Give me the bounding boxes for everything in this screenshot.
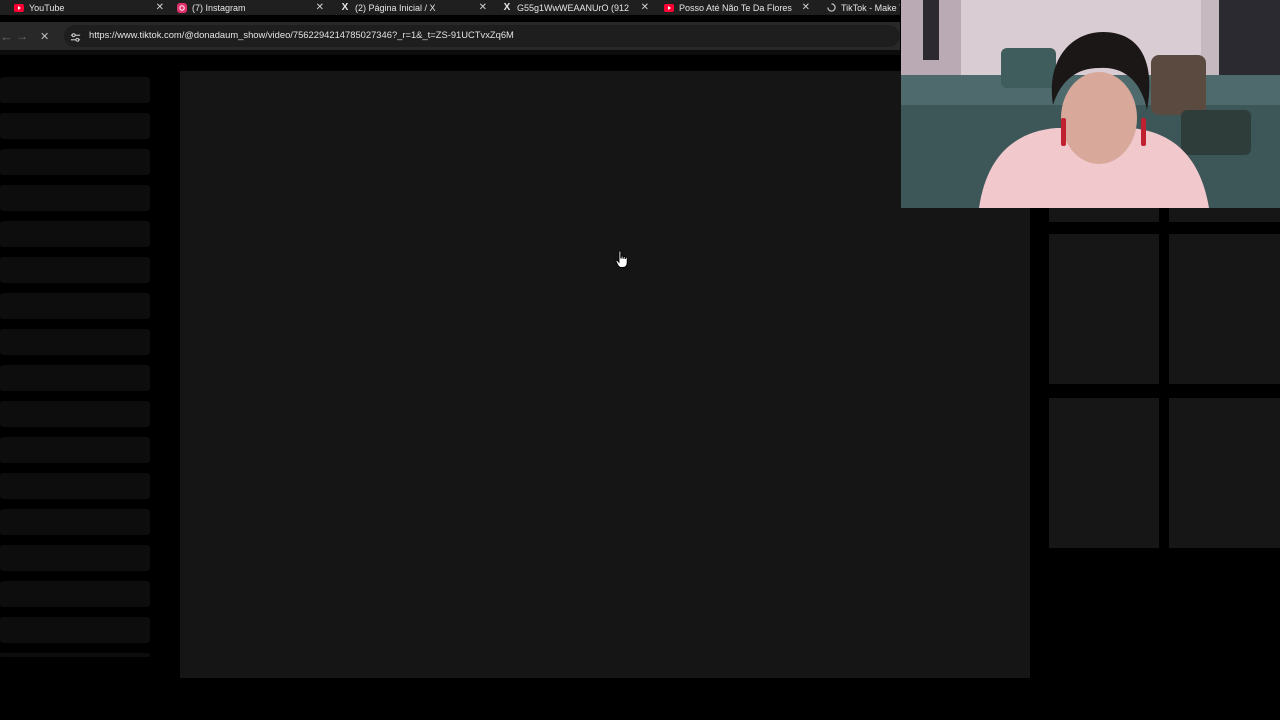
tab-label: Posso Até Não Te Da Flores - M (679, 2, 792, 13)
tab-tiktok[interactable]: TikTok - Make Yo (826, 0, 900, 15)
webcam-feed-image (901, 0, 1280, 208)
tab-youtube-song[interactable]: Posso Até Não Te Da Flores - M ✕ (664, 0, 810, 15)
sidebar-item-placeholder (0, 653, 150, 657)
tab-label: (2) Página Inicial / X (355, 2, 436, 13)
video-thumbnail-placeholder[interactable] (1049, 398, 1159, 548)
url-text: https://www.tiktok.com/@donadaum_show/vi… (89, 29, 514, 40)
tab-label: YouTube (29, 2, 65, 13)
tab-instagram[interactable]: (7) Instagram ✕ (177, 0, 324, 15)
sidebar-item-placeholder (0, 437, 150, 463)
video-thumbnail-placeholder[interactable] (1169, 234, 1280, 384)
close-tab-icon[interactable]: ✕ (802, 0, 810, 15)
sidebar-item-placeholder (0, 365, 150, 391)
sidebar-item-placeholder (0, 473, 150, 499)
sidebar-item-placeholder (0, 113, 150, 139)
tab-youtube[interactable]: YouTube ✕ (14, 0, 164, 15)
video-thumbnail-placeholder[interactable] (1049, 234, 1159, 384)
sidebar-item-placeholder (0, 257, 150, 283)
tab-x-home[interactable]: X (2) Página Inicial / X ✕ (340, 0, 487, 15)
stop-loading-icon[interactable]: ✕ (40, 22, 49, 50)
sidebar-item-placeholder (0, 545, 150, 571)
sidebar-item-placeholder (0, 617, 150, 643)
site-settings-icon[interactable] (70, 30, 81, 48)
video-thumbnail-placeholder (1049, 208, 1159, 222)
youtube-icon (14, 3, 24, 13)
sidebar-item-placeholder (0, 329, 150, 355)
sidebar-item-placeholder (0, 401, 150, 427)
tab-label: G55g1WwWEAANUrO (912×10 (517, 2, 629, 13)
close-tab-icon[interactable]: ✕ (156, 0, 164, 15)
instagram-icon (177, 2, 187, 13)
webcam-overlay (901, 0, 1280, 208)
sidebar-item-placeholder (0, 293, 150, 319)
close-tab-icon[interactable]: ✕ (316, 0, 324, 15)
address-bar: ← → ✕ https://www.tiktok.com/@donadaum_s… (0, 22, 900, 50)
tab-label: (7) Instagram (192, 2, 246, 13)
close-tab-icon[interactable]: ✕ (479, 0, 487, 15)
sidebar-item-placeholder (0, 221, 150, 247)
tab-label: TikTok - Make Yo (841, 2, 900, 13)
youtube-icon (664, 3, 674, 13)
sidebar-item-placeholder (0, 77, 150, 103)
sidebar-item-placeholder (0, 581, 150, 607)
url-field[interactable]: https://www.tiktok.com/@donadaum_show/vi… (64, 25, 900, 47)
back-arrow-icon[interactable]: ← (0, 22, 13, 50)
video-thumbnail-placeholder[interactable] (1169, 398, 1280, 548)
x-logo-icon: X (503, 2, 511, 13)
hand-cursor-icon (615, 250, 629, 274)
x-logo-icon: X (341, 2, 349, 13)
loading-spinner-icon (826, 3, 836, 13)
sidebar-item-placeholder (0, 509, 150, 535)
video-thumbnail-placeholder (1169, 208, 1280, 222)
close-tab-icon[interactable]: ✕ (641, 0, 649, 15)
tab-strip: YouTube ✕ (7) Instagram ✕ X (2) Página I… (0, 0, 900, 15)
sidebar-item-placeholder (0, 149, 150, 175)
sidebar-item-placeholder (0, 185, 150, 211)
forward-arrow-icon[interactable]: → (16, 22, 28, 50)
tab-x-image[interactable]: X G55g1WwWEAANUrO (912×10 ✕ (502, 0, 649, 15)
